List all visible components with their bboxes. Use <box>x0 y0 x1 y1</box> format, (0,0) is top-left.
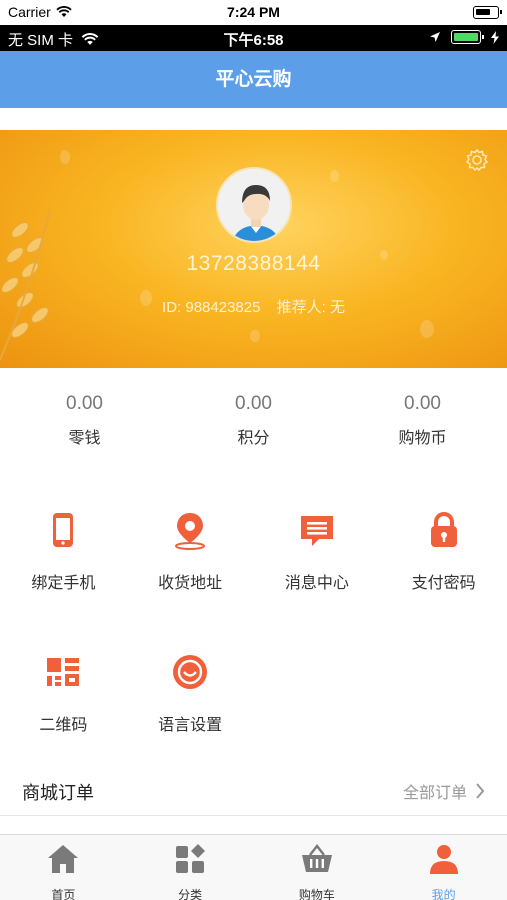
qr-code-icon <box>47 658 80 686</box>
language-icon <box>173 655 208 689</box>
bind-phone-button[interactable]: 绑定手机 <box>0 510 127 593</box>
all-orders-link[interactable]: 全部订单 <box>403 779 485 803</box>
wallet-change[interactable]: 0.00 零钱 <box>0 390 169 460</box>
tab-label: 我的 <box>431 888 456 900</box>
wallet-value: 0.00 <box>66 393 103 414</box>
location-arrow-icon <box>430 32 440 42</box>
mall-orders-row[interactable]: 商城订单 全部订单 <box>0 766 507 816</box>
chevron-right-icon <box>476 783 485 799</box>
wallet-shopping-coins[interactable]: 0.00 购物币 <box>338 390 507 460</box>
tab-mine[interactable]: 我的 <box>380 835 507 900</box>
tab-category[interactable]: 分类 <box>127 835 254 900</box>
decor-droplet <box>250 330 260 342</box>
ios-status-bar: Carrier 7:24 PM <box>0 0 507 25</box>
system-status-bar: 无 SIM 卡 下午6:58 <box>0 25 507 51</box>
user-icon <box>429 845 458 874</box>
battery-icon <box>473 6 502 19</box>
tab-label: 首页 <box>51 888 76 900</box>
wallet-label: 零钱 <box>68 430 101 447</box>
tab-home[interactable]: 首页 <box>0 835 127 900</box>
function-label: 语言设置 <box>158 717 223 734</box>
function-grid-row-1: 绑定手机 收货地址 消息中心 支付密码 <box>0 510 507 593</box>
home-icon <box>48 845 79 873</box>
message-center-button[interactable]: 消息中心 <box>254 510 381 593</box>
profile-banner: 13728388144 ID: 988423825 推荐人: 无 <box>0 130 507 368</box>
function-grid-row-2: 二维码 语言设置 <box>0 652 507 735</box>
lock-icon <box>430 512 457 547</box>
phone-icon <box>53 513 74 547</box>
tab-label: 分类 <box>178 888 203 900</box>
tab-label: 购物车 <box>298 888 335 900</box>
all-orders-label: 全部订单 <box>402 785 467 802</box>
bottom-tab-bar: 首页 分类 购物车 我的 <box>0 834 507 900</box>
payment-password-button[interactable]: 支付密码 <box>380 510 507 593</box>
orders-title: 商城订单 <box>22 783 94 803</box>
language-settings-button[interactable]: 语言设置 <box>127 652 254 735</box>
user-avatar-icon <box>218 169 290 241</box>
wallet-value: 0.00 <box>404 393 441 414</box>
user-phone-number: 13728388144 <box>186 252 321 275</box>
function-label: 消息中心 <box>284 575 349 592</box>
function-label: 绑定手机 <box>31 575 96 592</box>
decor-droplet <box>60 150 70 164</box>
wallet-summary: 0.00 零钱 0.00 积分 0.00 购物币 <box>0 390 507 460</box>
settings-gear-icon[interactable] <box>465 148 489 172</box>
app-title-bar: 平心云购 <box>0 51 507 108</box>
cart-icon <box>301 844 332 872</box>
battery-icon <box>451 30 484 44</box>
message-icon <box>300 516 333 546</box>
wallet-points[interactable]: 0.00 积分 <box>169 390 338 460</box>
location-pin-icon <box>175 513 206 550</box>
category-icon <box>176 844 206 873</box>
decor-droplet <box>330 170 339 182</box>
function-label: 收货地址 <box>158 575 223 592</box>
user-id: ID: 988423825 <box>162 299 261 316</box>
wallet-label: 购物币 <box>398 430 447 447</box>
ios-clock: 7:24 PM <box>227 4 280 20</box>
user-id-line: ID: 988423825 推荐人: 无 <box>0 296 507 317</box>
shipping-address-button[interactable]: 收货地址 <box>127 510 254 593</box>
tab-cart[interactable]: 购物车 <box>254 835 381 900</box>
wallet-label: 积分 <box>237 430 270 447</box>
decor-droplet <box>420 320 434 338</box>
function-label: 二维码 <box>39 717 88 734</box>
page-title: 平心云购 <box>215 69 292 90</box>
qr-code-button[interactable]: 二维码 <box>0 652 127 735</box>
referrer: 推荐人: 无 <box>276 299 345 316</box>
avatar[interactable] <box>216 167 292 243</box>
wallet-value: 0.00 <box>235 393 272 414</box>
function-label: 支付密码 <box>411 575 476 592</box>
charging-icon <box>491 30 499 44</box>
